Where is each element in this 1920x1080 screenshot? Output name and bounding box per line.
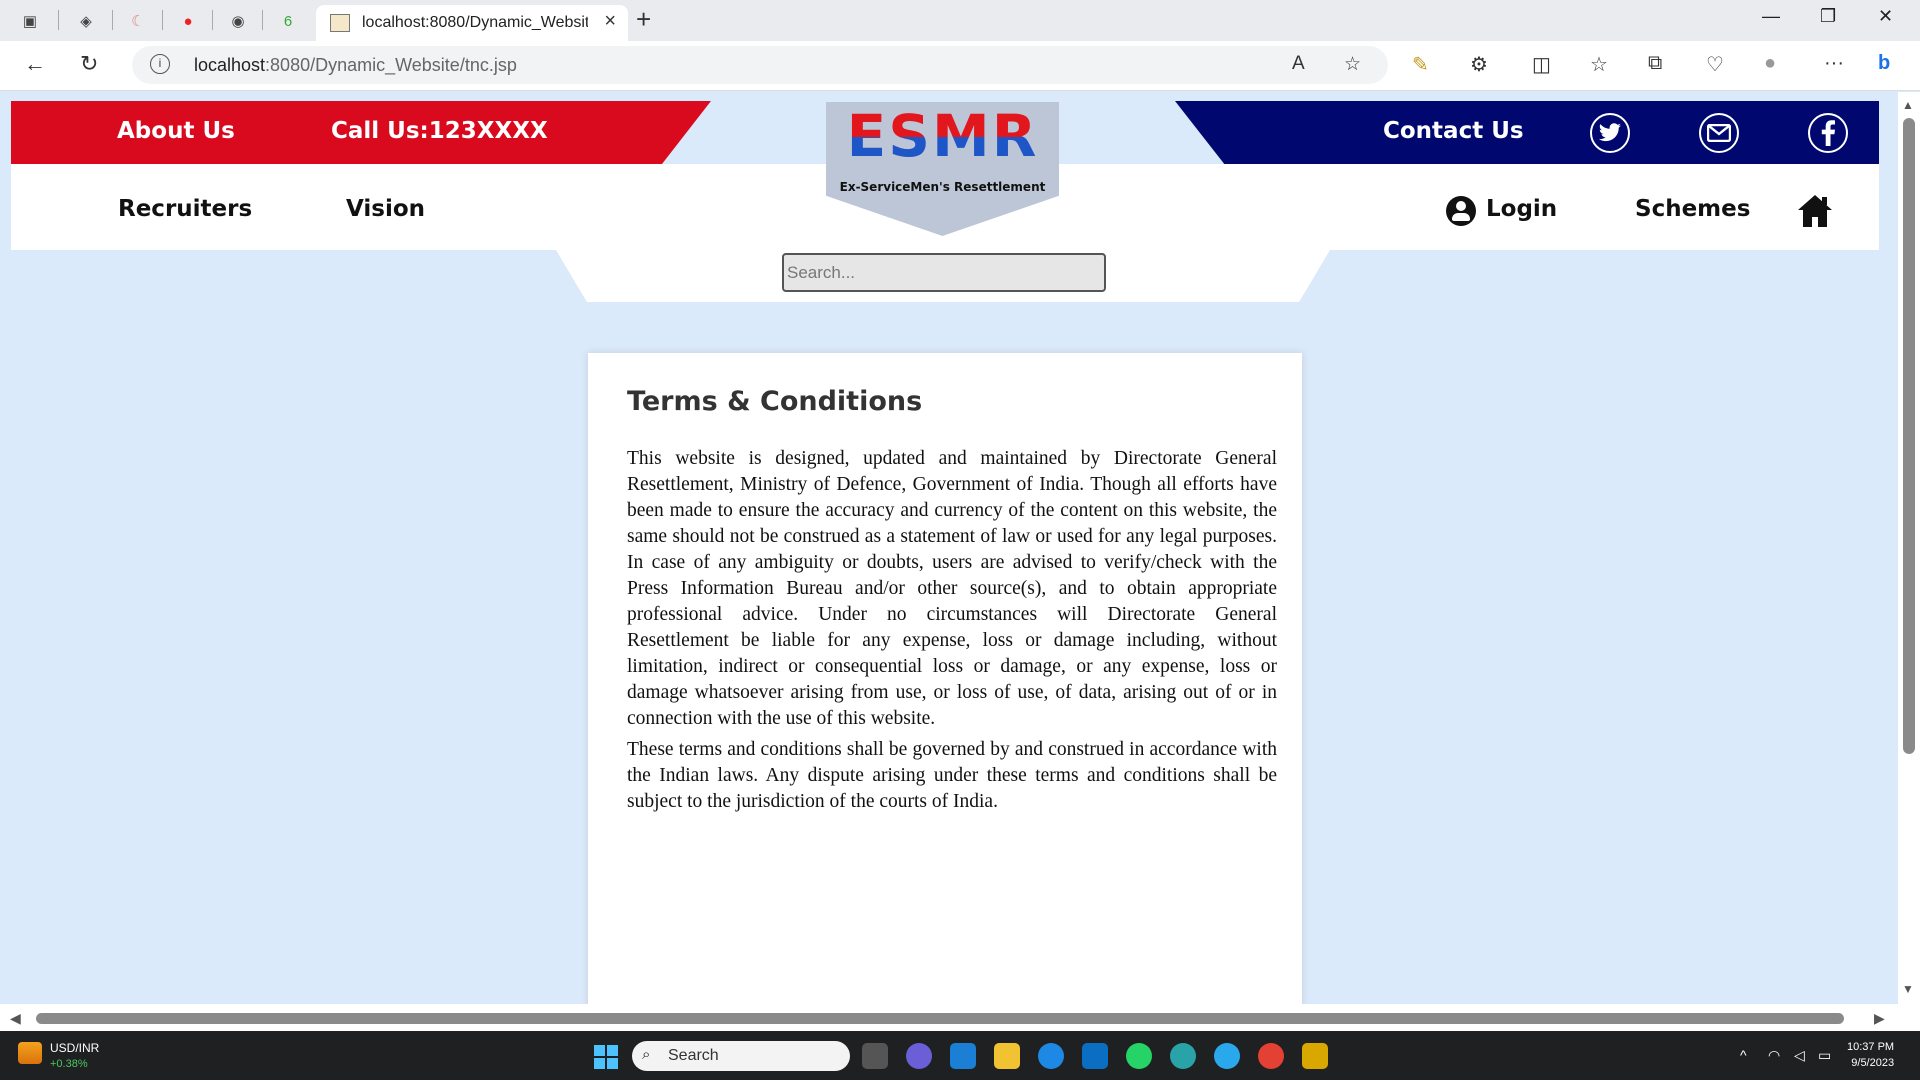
- new-tab-button[interactable]: +: [636, 4, 651, 35]
- teams-icon[interactable]: [906, 1043, 932, 1069]
- profile-icon[interactable]: ●: [1764, 52, 1776, 75]
- extensions-icon[interactable]: ⚙: [1470, 52, 1488, 77]
- search-icon: ⌕: [642, 1046, 651, 1063]
- clock-date: 9/5/2023: [1851, 1057, 1895, 1069]
- contact-us-link[interactable]: Contact Us: [1383, 118, 1524, 144]
- terms-paragraph-1: This website is designed, updated and ma…: [627, 448, 1277, 729]
- call-us-link[interactable]: Call Us:123XXXX: [331, 118, 548, 144]
- url-path: :8080/Dynamic_Website/tnc.jsp: [265, 55, 517, 75]
- tab-separator: [262, 10, 263, 30]
- recruiters-link[interactable]: Recruiters: [118, 196, 252, 222]
- wifi-icon[interactable]: ◠: [1768, 1047, 1780, 1064]
- schemes-link[interactable]: Schemes: [1635, 196, 1750, 222]
- tab-title: localhost:8080/Dynamic_Website: [362, 14, 588, 31]
- refresh-icon[interactable]: ↻: [80, 51, 98, 77]
- pinned-tab-3-icon[interactable]: ●: [174, 8, 202, 34]
- tab-close-icon[interactable]: ×: [604, 10, 616, 33]
- scroll-up-icon[interactable]: ▲: [1902, 98, 1914, 112]
- about-us-link[interactable]: About Us: [117, 118, 235, 144]
- terms-paragraph-2: These terms and conditions shall be gove…: [627, 739, 1277, 812]
- envelope-glyph: [1707, 124, 1731, 142]
- vscode-icon[interactable]: [1082, 1043, 1108, 1069]
- edge-icon[interactable]: [1170, 1043, 1196, 1069]
- collections-icon[interactable]: ⧉: [1648, 52, 1662, 75]
- task-view-icon[interactable]: [862, 1043, 888, 1069]
- url-text[interactable]: localhost:8080/Dynamic_Website/tnc.jsp: [194, 55, 517, 76]
- address-toolbar: ← ↻ i localhost:8080/Dynamic_Website/tnc…: [0, 41, 1920, 91]
- logo-title: ESMR: [826, 107, 1059, 165]
- page-viewport: About Us Call Us:123XXXX Contact Us Recr…: [0, 92, 1898, 1004]
- browser-essentials-icon[interactable]: ♡: [1706, 52, 1724, 77]
- minimize-icon[interactable]: —: [1762, 6, 1780, 27]
- battery-icon[interactable]: ▭: [1818, 1047, 1831, 1064]
- horizontal-scrollbar[interactable]: ◀ ▶: [0, 1004, 1920, 1031]
- home-icon[interactable]: [1796, 192, 1834, 230]
- stock-change: +0.38%: [50, 1058, 88, 1070]
- read-aloud-icon[interactable]: A: [1292, 53, 1305, 75]
- start-icon[interactable]: [594, 1045, 618, 1069]
- terms-card: Terms & Conditions This website is desig…: [588, 353, 1302, 1004]
- address-bar[interactable]: i localhost:8080/Dynamic_Website/tnc.jsp…: [132, 46, 1388, 84]
- stock-name[interactable]: USD/INR: [50, 1041, 99, 1055]
- tab-actions-icon[interactable]: ▣: [16, 8, 44, 34]
- window-close-icon[interactable]: ✕: [1878, 6, 1893, 27]
- tab-separator: [162, 10, 163, 30]
- pinned-tab-1-icon[interactable]: ◈: [72, 8, 100, 34]
- page-title: Terms & Conditions: [627, 386, 923, 417]
- vision-link[interactable]: Vision: [346, 196, 425, 222]
- url-host: localhost: [194, 55, 266, 75]
- tab-separator: [58, 10, 59, 30]
- taskbar-search-label: Search: [668, 1047, 719, 1064]
- more-menu-icon[interactable]: ···: [1824, 52, 1844, 75]
- favorite-star-icon[interactable]: ☆: [1344, 53, 1361, 76]
- taskbar: USD/INR +0.38% ⌕ Search ^ ◠ ◁ ▭ 10:37 PM…: [0, 1031, 1920, 1080]
- search-input[interactable]: [782, 253, 1106, 292]
- header-blue-bar: [1175, 101, 1879, 164]
- chrome-icon[interactable]: [1258, 1043, 1284, 1069]
- clock[interactable]: 10:37 PM 9/5/2023: [1847, 1039, 1894, 1071]
- taskbar-search[interactable]: ⌕ Search: [632, 1041, 850, 1071]
- page-favicon-icon: [330, 14, 350, 32]
- split-screen-icon[interactable]: ◫: [1532, 52, 1551, 77]
- browser-app-icon[interactable]: [1038, 1043, 1064, 1069]
- logo-subtitle: Ex-ServiceMen's Resettlement: [839, 180, 1046, 194]
- extension-pen-icon[interactable]: ✎: [1412, 52, 1429, 77]
- clock-time: 10:37 PM: [1847, 1041, 1895, 1053]
- browser-tab-bar: ▣ ◈ ☾ ● ◉ 6 localhost:8080/Dynamic_Websi…: [0, 0, 1920, 41]
- file-explorer-icon[interactable]: [994, 1043, 1020, 1069]
- pinned-tab-5-icon[interactable]: 6: [274, 8, 302, 34]
- restore-icon[interactable]: ❐: [1820, 6, 1836, 27]
- telegram-icon[interactable]: [1214, 1043, 1240, 1069]
- tray-chevron-icon[interactable]: ^: [1740, 1047, 1747, 1063]
- facebook-icon[interactable]: [1808, 113, 1848, 153]
- pinned-tab-2-icon[interactable]: ☾: [124, 8, 152, 34]
- github-tab-icon[interactable]: ◉: [224, 8, 252, 34]
- tab-separator: [112, 10, 113, 30]
- mail-app-icon[interactable]: [950, 1043, 976, 1069]
- scroll-right-icon[interactable]: ▶: [1874, 1010, 1885, 1027]
- twitter-icon[interactable]: [1590, 113, 1630, 153]
- back-icon[interactable]: ←: [24, 51, 46, 77]
- stock-widget-icon[interactable]: [18, 1042, 42, 1064]
- favorites-icon[interactable]: ☆: [1590, 52, 1608, 77]
- horizontal-scroll-thumb[interactable]: [36, 1013, 1844, 1024]
- facebook-f-glyph: [1821, 120, 1835, 146]
- login-link[interactable]: Login: [1486, 196, 1557, 222]
- active-tab[interactable]: localhost:8080/Dynamic_Website ×: [316, 5, 628, 41]
- vertical-scrollbar[interactable]: ▲ ▼: [1898, 92, 1920, 1004]
- mail-icon[interactable]: [1699, 113, 1739, 153]
- whatsapp-icon[interactable]: [1126, 1043, 1152, 1069]
- site-info-icon[interactable]: i: [150, 54, 170, 74]
- app-icon[interactable]: [1302, 1043, 1328, 1069]
- scroll-down-icon[interactable]: ▼: [1902, 982, 1914, 996]
- copilot-icon[interactable]: b: [1878, 52, 1890, 75]
- twitter-bird-glyph: [1599, 123, 1621, 142]
- user-icon[interactable]: [1446, 196, 1476, 226]
- scroll-left-icon[interactable]: ◀: [10, 1010, 21, 1027]
- vertical-scroll-thumb[interactable]: [1903, 118, 1915, 754]
- tab-separator: [212, 10, 213, 30]
- volume-icon[interactable]: ◁: [1794, 1047, 1805, 1064]
